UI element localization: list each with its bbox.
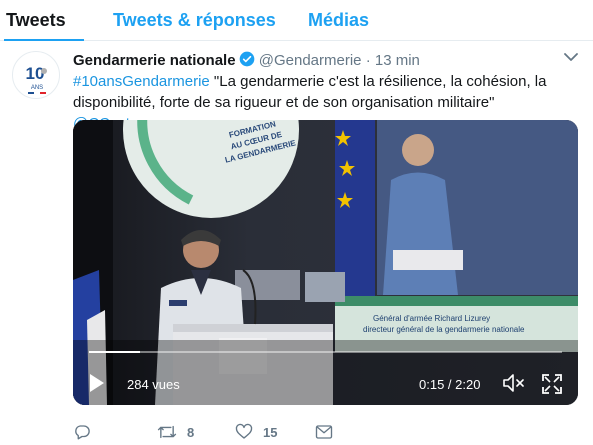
like-button[interactable]: 15 [235,422,277,442]
reply-button[interactable] [73,422,101,442]
fullscreen-icon[interactable] [542,374,562,394]
video-caption-line-1: Général d'armée Richard Lizurey [373,314,490,323]
tweet-header: Gendarmerie nationale @Gendarmerie · 13 … [73,51,420,71]
video-time: 0:15 / 2:20 [419,377,481,392]
hashtag-link[interactable]: #10ansGendarmerie [73,73,210,90]
avatar-number: 10 [26,64,45,83]
tab-tweets[interactable]: Tweets [6,10,66,31]
dm-icon [315,425,333,439]
reply-icon [75,425,90,440]
tab-media[interactable]: Médias [308,10,369,31]
video-frame: FORMATION AU CŒUR DE LA GENDARMERIE Géné… [73,120,578,405]
video-caption-line-2: directeur général de la gendarmerie nati… [363,325,525,334]
direct-message-button[interactable] [315,422,333,442]
play-icon[interactable] [89,373,105,393]
video-view-count: 284 vues [127,377,180,392]
mute-icon[interactable] [502,372,526,394]
avatar[interactable]: 10 ANS [12,51,60,99]
tweet-timestamp[interactable]: 13 min [375,52,420,69]
profile-tabs: Tweets Tweets & réponses Médias [0,0,593,41]
like-icon [235,423,253,439]
tab-tweets-and-replies[interactable]: Tweets & réponses [113,10,276,31]
avatar-subtitle: ANS [31,85,43,91]
user-handle[interactable]: @Gendarmerie [259,52,362,69]
video-player[interactable]: FORMATION AU CŒUR DE LA GENDARMERIE Géné… [73,120,578,405]
tweet[interactable]: 10 ANS Gendarmerie nationale @Gendarmeri… [0,41,593,445]
retweet-button[interactable]: 8 [157,422,194,442]
retweet-icon [157,425,177,439]
display-name[interactable]: Gendarmerie nationale [73,52,236,69]
retweet-count: 8 [187,424,195,440]
tweet-actions: 8 15 [73,422,578,442]
video-progress-fill [89,351,140,353]
video-progress-track[interactable] [89,351,562,353]
like-count: 15 [263,424,278,440]
caret-down-icon[interactable] [564,52,578,62]
separator-dot: · [365,52,371,69]
verified-icon [239,51,254,67]
